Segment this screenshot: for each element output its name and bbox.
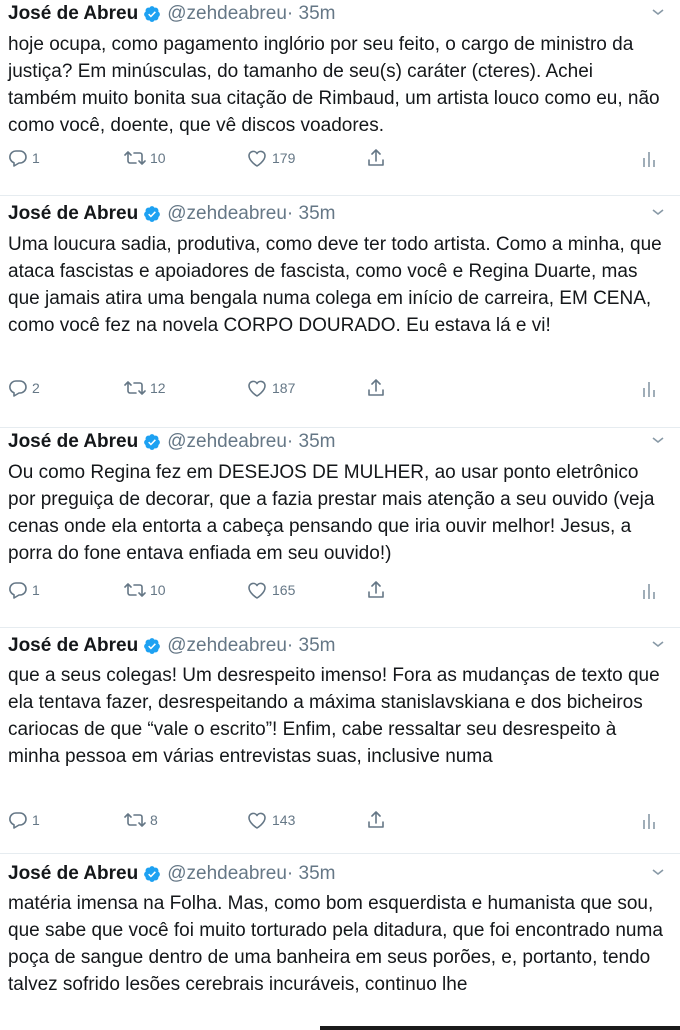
tweet[interactable]: José de Abreu @zehdeabreu · 35m hoje ocup… bbox=[0, 0, 680, 196]
reply-count: 1 bbox=[32, 582, 40, 598]
reply-icon bbox=[8, 580, 28, 600]
reply-count: 2 bbox=[32, 380, 40, 396]
verified-badge-icon bbox=[143, 433, 161, 451]
chevron-down-icon[interactable] bbox=[650, 864, 666, 880]
author-handle[interactable]: @zehdeabreu bbox=[167, 431, 287, 453]
retweet-icon bbox=[124, 580, 146, 600]
tweet[interactable]: José de Abreu @zehdeabreu · 35m Uma loucu… bbox=[0, 200, 680, 428]
author-name[interactable]: José de Abreu bbox=[8, 203, 138, 225]
like-count: 187 bbox=[272, 380, 296, 396]
like-icon bbox=[246, 810, 268, 830]
retweet-icon bbox=[124, 148, 146, 168]
like-count: 143 bbox=[272, 812, 296, 828]
tweet-time[interactable]: · 35m bbox=[287, 431, 336, 453]
tweet-time[interactable]: · 35m bbox=[287, 635, 336, 657]
share-button[interactable] bbox=[366, 148, 386, 168]
tweet-text: hoje ocupa, como pagamento inglório por … bbox=[8, 34, 660, 136]
tweet-actions: 1 10 179 bbox=[8, 148, 672, 174]
chevron-down-icon[interactable] bbox=[650, 636, 666, 652]
like-icon bbox=[246, 580, 268, 600]
analytics-icon[interactable] bbox=[642, 380, 656, 398]
reply-button[interactable]: 2 bbox=[8, 378, 40, 398]
like-button[interactable]: 187 bbox=[246, 378, 295, 398]
like-icon bbox=[246, 148, 268, 168]
author-name[interactable]: José de Abreu bbox=[8, 863, 138, 885]
tweet-header: José de Abreu @zehdeabreu · 35m bbox=[8, 860, 335, 888]
author-name[interactable]: José de Abreu bbox=[8, 635, 138, 657]
tweet-header: José de Abreu @zehdeabreu · 35m bbox=[8, 200, 335, 228]
reply-button[interactable]: 1 bbox=[8, 148, 40, 168]
retweet-button[interactable]: 8 bbox=[124, 810, 158, 830]
share-icon bbox=[366, 378, 386, 398]
tweet-text: Uma loucura sadia, produtiva, como deve … bbox=[8, 234, 662, 336]
retweet-count: 8 bbox=[150, 812, 158, 828]
author-handle[interactable]: @zehdeabreu bbox=[167, 203, 287, 225]
tweet-actions: 1 10 165 bbox=[8, 580, 672, 606]
analytics-icon[interactable] bbox=[642, 150, 656, 168]
reply-count: 1 bbox=[32, 812, 40, 828]
tweet-header: José de Abreu @zehdeabreu · 35m bbox=[8, 428, 335, 456]
share-icon bbox=[366, 810, 386, 830]
analytics-icon[interactable] bbox=[642, 812, 656, 830]
retweet-button[interactable]: 12 bbox=[124, 378, 166, 398]
verified-badge-icon bbox=[143, 865, 161, 883]
like-button[interactable]: 143 bbox=[246, 810, 295, 830]
author-handle[interactable]: @zehdeabreu bbox=[167, 863, 287, 885]
author-handle[interactable]: @zehdeabreu bbox=[167, 635, 287, 657]
author-name[interactable]: José de Abreu bbox=[8, 3, 138, 25]
tweet[interactable]: José de Abreu @zehdeabreu · 35m Ou como R… bbox=[0, 428, 680, 628]
like-count: 179 bbox=[272, 150, 296, 166]
like-count: 165 bbox=[272, 582, 296, 598]
retweet-count: 12 bbox=[150, 380, 166, 396]
tweet-text: que a seus colegas! Um desrespeito imens… bbox=[8, 665, 660, 767]
tweet-header: José de Abreu @zehdeabreu · 35m bbox=[8, 0, 335, 28]
share-button[interactable] bbox=[366, 378, 386, 398]
share-button[interactable] bbox=[366, 810, 386, 830]
reply-count: 1 bbox=[32, 150, 40, 166]
verified-badge-icon bbox=[143, 637, 161, 655]
verified-badge-icon bbox=[143, 5, 161, 23]
chevron-down-icon[interactable] bbox=[650, 432, 666, 448]
tweet-time[interactable]: · 35m bbox=[287, 863, 336, 885]
author-name[interactable]: José de Abreu bbox=[8, 431, 138, 453]
share-icon bbox=[366, 580, 386, 600]
tweet-actions: 2 12 187 bbox=[8, 378, 672, 404]
retweet-count: 10 bbox=[150, 150, 166, 166]
tweet[interactable]: José de Abreu @zehdeabreu · 35m que a seu… bbox=[0, 628, 680, 854]
like-button[interactable]: 165 bbox=[246, 580, 295, 600]
reply-icon bbox=[8, 148, 28, 168]
tweet-text: Ou como Regina fez em DESEJOS DE MULHER,… bbox=[8, 462, 655, 564]
share-button[interactable] bbox=[366, 580, 386, 600]
bottom-edge bbox=[320, 1026, 680, 1030]
reply-button[interactable]: 1 bbox=[8, 580, 40, 600]
analytics-icon[interactable] bbox=[642, 582, 656, 600]
reply-icon bbox=[8, 378, 28, 398]
retweet-button[interactable]: 10 bbox=[124, 580, 166, 600]
like-button[interactable]: 179 bbox=[246, 148, 295, 168]
verified-badge-icon bbox=[143, 205, 161, 223]
retweet-count: 10 bbox=[150, 582, 166, 598]
author-handle[interactable]: @zehdeabreu bbox=[167, 3, 287, 25]
retweet-icon bbox=[124, 378, 146, 398]
chevron-down-icon[interactable] bbox=[650, 204, 666, 220]
retweet-icon bbox=[124, 810, 146, 830]
reply-icon bbox=[8, 810, 28, 830]
tweet-text: matéria imensa na Folha. Mas, como bom e… bbox=[8, 893, 663, 995]
tweet-actions: 1 8 143 bbox=[8, 810, 672, 836]
tweet-time[interactable]: · 35m bbox=[287, 3, 336, 25]
tweet-header: José de Abreu @zehdeabreu · 35m bbox=[8, 632, 335, 660]
share-icon bbox=[366, 148, 386, 168]
like-icon bbox=[246, 378, 268, 398]
tweet[interactable]: José de Abreu @zehdeabreu · 35m matéria i… bbox=[0, 856, 680, 1030]
retweet-button[interactable]: 10 bbox=[124, 148, 166, 168]
reply-button[interactable]: 1 bbox=[8, 810, 40, 830]
tweet-time[interactable]: · 35m bbox=[287, 203, 336, 225]
chevron-down-icon[interactable] bbox=[650, 4, 666, 20]
